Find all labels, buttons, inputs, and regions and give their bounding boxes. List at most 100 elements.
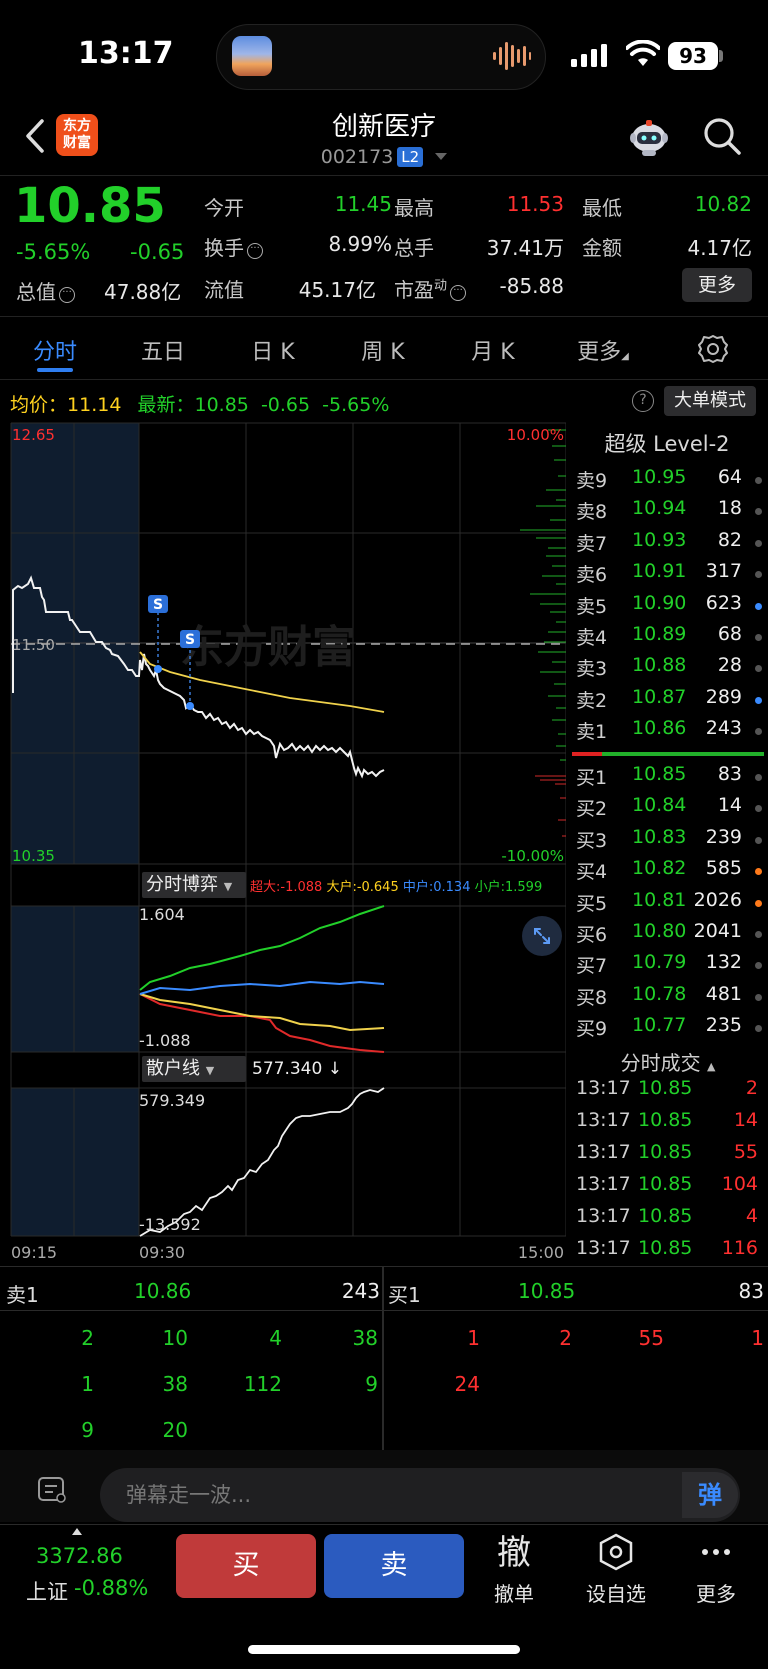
marker-dot — [186, 702, 194, 710]
ask-level-label: 卖9 — [576, 470, 608, 492]
bid-level-volume: 481 — [705, 982, 742, 1005]
sell-button[interactable]: 卖 — [324, 1534, 464, 1598]
pe-label[interactable]: 市盈动 ··· — [394, 274, 467, 303]
help-icon[interactable]: ? — [632, 390, 654, 412]
index-name[interactable]: 上证 — [26, 1576, 68, 1606]
bid-level-row[interactable]: 买8 10.78 481 — [568, 983, 768, 1014]
tick-trades-title[interactable]: 分时成交 ▲ — [568, 1047, 768, 1076]
bid-level-volume: 83 — [717, 763, 742, 785]
more-menu-button[interactable]: 更多 — [676, 1532, 756, 1607]
buy-button[interactable]: 买 — [176, 1534, 316, 1598]
tab-weekly-k[interactable]: 周 K — [350, 334, 416, 366]
pe-superscript: 动 — [434, 278, 448, 294]
big-order-dot — [755, 634, 762, 641]
bid-level-row[interactable]: 买4 10.82 585 — [568, 857, 768, 888]
bid-level-label: 买4 — [576, 861, 608, 884]
change-percent: -5.65% — [16, 240, 91, 264]
expand-icon — [534, 928, 550, 944]
now-playing-thumbnail — [232, 36, 272, 76]
ask-level-row[interactable]: 卖4 10.89 68 — [568, 623, 768, 654]
bid-level-price: 10.83 — [632, 825, 687, 848]
ask-level-volume: 317 — [705, 560, 742, 583]
sub-chart-selector-game[interactable]: 分时博弈 ▼ — [142, 872, 246, 898]
market-cap-label[interactable]: 总值 ··· — [16, 276, 75, 305]
more-stats-button[interactable]: 更多 — [682, 268, 752, 302]
ask-level-volume: 18 — [717, 497, 742, 520]
more-dots-icon — [676, 1532, 756, 1574]
buy-queue-order: 2 — [559, 1326, 572, 1350]
battery-tip — [719, 50, 723, 62]
bid-level-label: 买5 — [576, 892, 608, 915]
tab-intraday[interactable]: 分时 — [22, 334, 88, 366]
buy-queue-order: 1 — [467, 1326, 480, 1350]
ask-level-row[interactable]: 卖9 10.95 64 — [568, 466, 768, 497]
comment-list-icon[interactable] — [36, 1475, 68, 1505]
bid-ask-ratio-red — [572, 752, 602, 756]
bid-level-label: 买2 — [576, 798, 608, 821]
ask-level-row[interactable]: 卖5 10.90 623 — [568, 592, 768, 623]
ask-level-row[interactable]: 卖6 10.91 317 — [568, 560, 768, 591]
add-watchlist-button[interactable]: 设自选 — [576, 1532, 656, 1607]
intraday-chart[interactable]: 东方财富 S S 12.65 10.35 11.50 10.00% -10.00… — [0, 420, 566, 1262]
sell-queue-order: 112 — [243, 1372, 282, 1396]
bid-level-row[interactable]: 买7 10.79 132 — [568, 951, 768, 982]
time-axis-label: 15:00 — [518, 1243, 564, 1262]
search-icon[interactable] — [702, 116, 742, 156]
ask-level-row[interactable]: 卖1 10.86 243 — [568, 717, 768, 748]
bid-level-price: 10.77 — [632, 1014, 687, 1037]
ask-level-price: 10.94 — [632, 497, 687, 520]
danmu-input[interactable]: 弹幕走一波... — [100, 1468, 740, 1522]
trade-time: 13:17 — [576, 1173, 631, 1195]
bid-level-row[interactable]: 买3 10.83 239 — [568, 826, 768, 857]
expand-chart-button[interactable] — [522, 916, 562, 956]
buy-queue-order: 1 — [751, 1326, 764, 1350]
bid-level-volume: 14 — [717, 794, 742, 817]
level2-title[interactable]: 超级 Level-2 — [566, 428, 768, 458]
queue-buy-volume: 83 — [738, 1279, 764, 1303]
sell-queue-order: 38 — [352, 1326, 378, 1350]
index-value[interactable]: 3372.86 — [36, 1544, 123, 1568]
danmu-toggle[interactable]: 弹 — [682, 1472, 738, 1518]
bid-level-label: 买3 — [576, 829, 608, 852]
sub-chart-selector-retail[interactable]: 散户线 ▼ — [142, 1056, 246, 1082]
tab-more[interactable]: 更多◢ — [568, 334, 638, 366]
open-value: 11.45 — [334, 192, 392, 216]
bid-level-row[interactable]: 买5 10.81 2026 — [568, 889, 768, 920]
cancel-order-button[interactable]: 撤 撤单 — [474, 1532, 554, 1607]
y-axis-top-label: 12.65 — [12, 426, 55, 444]
bid-level-price: 10.84 — [632, 794, 687, 817]
ask-level-row[interactable]: 卖2 10.87 289 — [568, 686, 768, 717]
bid-level-row[interactable]: 买2 10.84 14 — [568, 794, 768, 825]
big-order-dot — [755, 602, 762, 610]
divider — [0, 1266, 768, 1267]
expand-up-icon[interactable] — [72, 1528, 82, 1535]
tab-monthly-k[interactable]: 月 K — [460, 334, 526, 366]
big-order-mode-button[interactable]: 大单模式 — [664, 386, 756, 416]
tab-daily-k[interactable]: 日 K — [240, 334, 306, 366]
gear-icon[interactable] — [698, 334, 728, 364]
bid-level-volume: 2026 — [693, 888, 742, 911]
active-tab-indicator — [37, 368, 73, 372]
divider — [0, 1524, 768, 1525]
wifi-icon — [626, 40, 660, 66]
sell-queue-order: 2 — [81, 1326, 94, 1350]
turnover-label[interactable]: 换手 ··· — [204, 232, 263, 261]
big-order-dot — [755, 1025, 762, 1033]
bid-level-row[interactable]: 买9 10.77 235 — [568, 1014, 768, 1045]
ask-level-label: 卖5 — [576, 595, 608, 618]
bid-level-row[interactable]: 买1 10.85 83 — [568, 763, 768, 794]
ask-level-row[interactable]: 卖8 10.94 18 — [568, 497, 768, 528]
sub1-top-label: 1.604 — [139, 905, 185, 924]
trade-price: 10.85 — [638, 1205, 693, 1227]
home-indicator — [248, 1645, 520, 1654]
large-line — [139, 993, 385, 1032]
bid-level-row[interactable]: 买6 10.80 2041 — [568, 920, 768, 951]
ask-level-row[interactable]: 卖7 10.93 82 — [568, 529, 768, 560]
trade-volume: 4 — [745, 1205, 758, 1227]
big-order-dot — [755, 571, 762, 579]
ai-robot-icon[interactable] — [624, 114, 674, 158]
tab-five-day[interactable]: 五日 — [130, 334, 196, 366]
change-value: -0.65 — [130, 240, 185, 264]
index-percent[interactable]: -0.88% — [74, 1576, 148, 1600]
ask-level-row[interactable]: 卖3 10.88 28 — [568, 654, 768, 685]
